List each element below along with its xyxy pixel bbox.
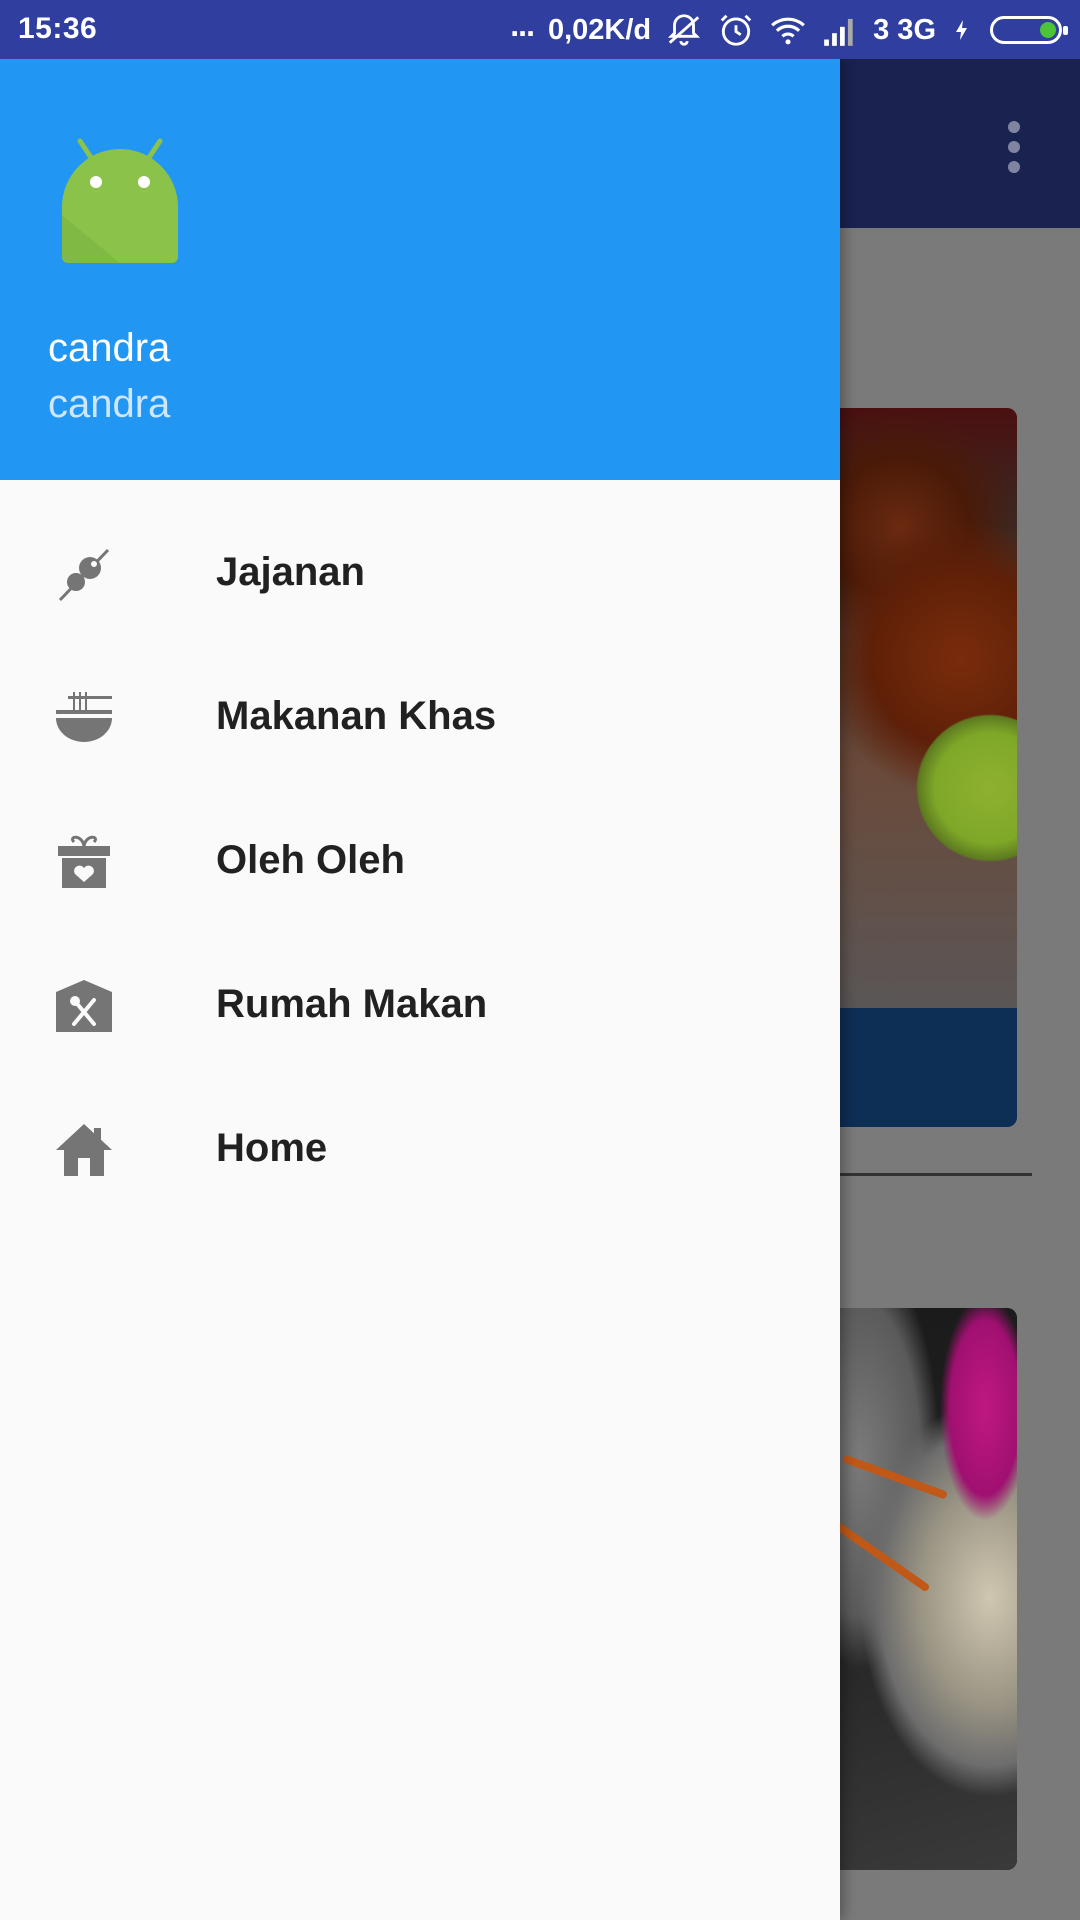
more-vert-icon[interactable]	[1000, 119, 1028, 175]
android-avatar-icon	[62, 138, 178, 263]
signal-icon	[824, 18, 853, 46]
drawer-user-email: candra	[48, 382, 171, 426]
status-time: 15:36	[18, 12, 98, 45]
drawer-item-label: Jajanan	[216, 550, 365, 594]
wifi-icon	[771, 17, 806, 45]
charging-icon	[956, 20, 967, 40]
status-bar: 15:36 ... 0,02K/d 3 3G	[0, 0, 1080, 59]
gift-icon	[58, 835, 110, 888]
drawer-menu: Jajanan Makanan Khas Oleh Oleh Rumah Mak…	[0, 500, 840, 1220]
restaurant-icon	[56, 980, 112, 1032]
skewer-icon	[58, 548, 110, 602]
drawer-user-name: candra	[48, 326, 171, 370]
drawer-item-label: Makanan Khas	[216, 694, 497, 738]
drawer-item-rumah-makan[interactable]: Rumah Makan	[0, 932, 840, 1076]
drawer-item-jajanan[interactable]: Jajanan	[0, 500, 840, 644]
battery-icon	[990, 16, 1068, 44]
drawer-item-oleh-oleh[interactable]: Oleh Oleh	[0, 788, 840, 932]
status-dots: ...	[510, 6, 535, 43]
status-icons: ... 0,02K/d 3 3G	[510, 6, 1068, 52]
drawer-item-home[interactable]: Home	[0, 1076, 840, 1220]
drawer-item-makanan-khas[interactable]: Makanan Khas	[0, 644, 840, 788]
drawer-header: candra candra	[0, 59, 840, 480]
alarm-icon	[720, 14, 752, 46]
navigation-drawer: candra candra Jajanan Makanan Khas Oleh …	[0, 59, 840, 1920]
network-speed: 0,02K/d	[547, 13, 652, 46]
drawer-item-label: Oleh Oleh	[216, 838, 405, 882]
noodle-bowl-icon	[56, 692, 112, 742]
drawer-item-label: Rumah Makan	[216, 982, 488, 1026]
drawer-item-label: Home	[216, 1126, 328, 1170]
vibrate-off-icon	[668, 14, 701, 46]
carrier-label: 3 3G	[873, 13, 936, 46]
home-icon	[56, 1124, 112, 1176]
